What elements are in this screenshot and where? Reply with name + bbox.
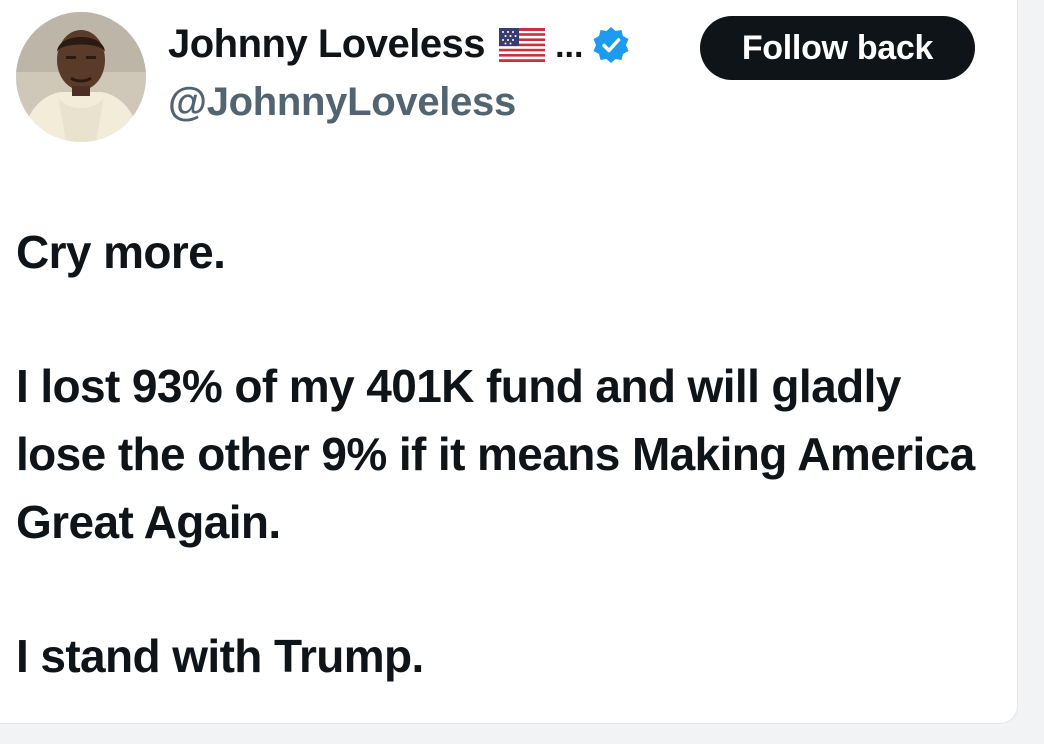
author-handle[interactable]: @JohnnyLoveless [168, 80, 516, 125]
profile-photo-icon [16, 12, 146, 142]
tweet-text: Cry more. I lost 93% of my 401K fund and… [16, 218, 996, 690]
name-truncation: ... [555, 27, 584, 65]
tweet-card: Johnny Loveless ... @JohnnyLoveless Foll… [0, 0, 1018, 724]
author-name-row[interactable]: Johnny Loveless ... [168, 22, 631, 67]
verified-badge-icon[interactable] [591, 25, 631, 65]
tweet-paragraph: I lost 93% of my 401K fund and will glad… [16, 360, 975, 548]
us-flag-icon [499, 27, 546, 62]
tweet-paragraph: Cry more. [16, 226, 226, 278]
follow-back-button[interactable]: Follow back [700, 16, 975, 80]
avatar[interactable] [16, 12, 146, 142]
display-name[interactable]: Johnny Loveless [168, 22, 486, 67]
tweet-paragraph: I stand with Trump. [16, 630, 424, 682]
